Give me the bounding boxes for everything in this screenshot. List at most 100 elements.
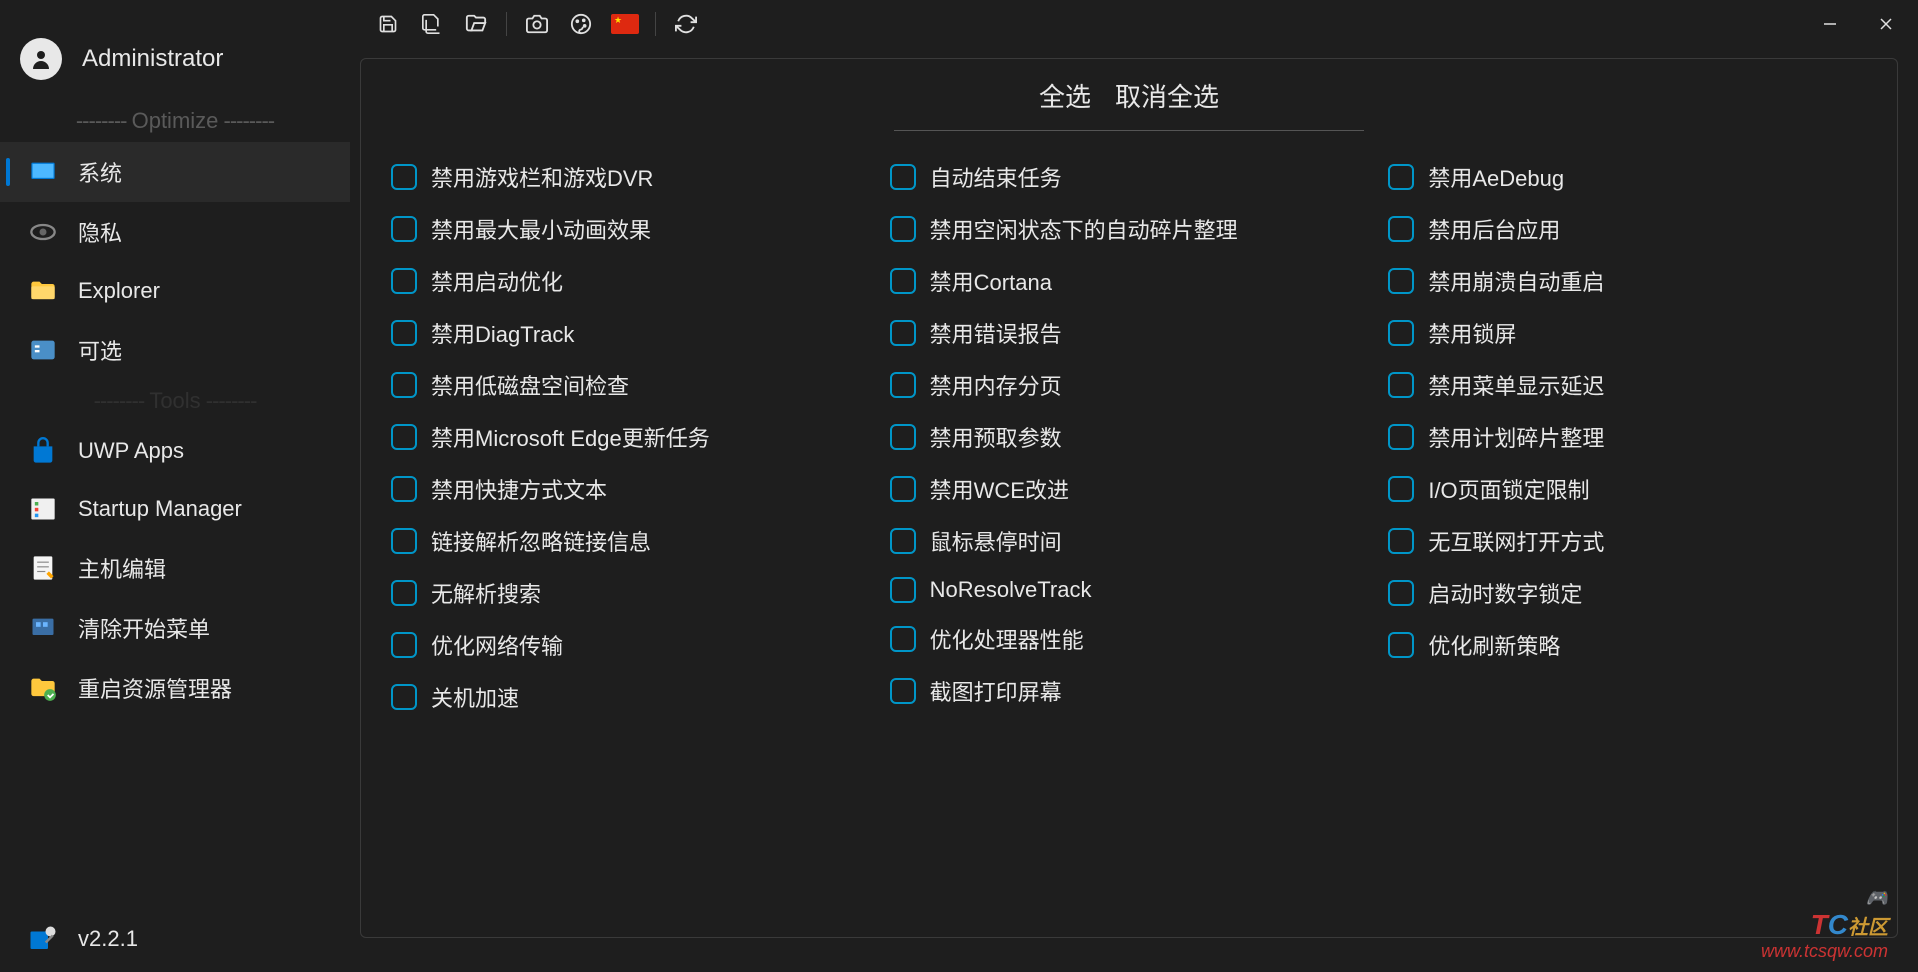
- option-checkbox[interactable]: 禁用WCE改进: [890, 473, 1369, 505]
- option-label: 禁用DiagTrack: [431, 317, 574, 349]
- option-checkbox[interactable]: 关机加速: [391, 681, 870, 713]
- checkbox-icon[interactable]: [890, 372, 916, 398]
- option-checkbox[interactable]: 优化刷新策略: [1388, 629, 1867, 661]
- option-checkbox[interactable]: 优化处理器性能: [890, 623, 1369, 655]
- checkbox-icon[interactable]: [391, 216, 417, 242]
- checkbox-icon[interactable]: [1388, 372, 1414, 398]
- option-checkbox[interactable]: 禁用菜单显示延迟: [1388, 369, 1867, 401]
- list-icon: [28, 494, 58, 524]
- checkbox-icon[interactable]: [1388, 476, 1414, 502]
- sidebar-item-clearstart[interactable]: 清除开始菜单: [0, 598, 350, 658]
- sidebar-item-restartexp[interactable]: 重启资源管理器: [0, 658, 350, 718]
- option-label: 禁用崩溃自动重启: [1428, 265, 1604, 297]
- checkbox-icon[interactable]: [1388, 528, 1414, 554]
- checkbox-icon[interactable]: [1388, 424, 1414, 450]
- checkbox-icon[interactable]: [391, 580, 417, 606]
- palette-icon[interactable]: [561, 4, 601, 44]
- option-checkbox[interactable]: 启动时数字锁定: [1388, 577, 1867, 609]
- version-label: v2.2.1: [78, 926, 138, 952]
- sidebar-item-optional[interactable]: 可选: [0, 320, 350, 380]
- checkbox-icon[interactable]: [890, 476, 916, 502]
- option-label: 禁用AeDebug: [1428, 161, 1564, 193]
- option-checkbox[interactable]: 禁用内存分页: [890, 369, 1369, 401]
- checkbox-icon[interactable]: [1388, 164, 1414, 190]
- refresh-icon[interactable]: [666, 4, 706, 44]
- checkbox-icon[interactable]: [890, 164, 916, 190]
- checkbox-icon[interactable]: [1388, 268, 1414, 294]
- minimize-button[interactable]: [1806, 4, 1854, 44]
- save-icon[interactable]: [368, 4, 408, 44]
- sidebar-item-startup[interactable]: Startup Manager: [0, 480, 350, 538]
- sidebar-item-hostedit[interactable]: 主机编辑: [0, 538, 350, 598]
- option-checkbox[interactable]: 禁用最大最小动画效果: [391, 213, 870, 245]
- option-checkbox[interactable]: 禁用错误报告: [890, 317, 1369, 349]
- option-label: 禁用Microsoft Edge更新任务: [431, 421, 710, 453]
- sidebar-item-label: UWP Apps: [78, 438, 184, 464]
- checkbox-icon[interactable]: [391, 632, 417, 658]
- option-checkbox[interactable]: 鼠标悬停时间: [890, 525, 1369, 557]
- checkbox-icon[interactable]: [890, 268, 916, 294]
- option-checkbox[interactable]: 截图打印屏幕: [890, 675, 1369, 707]
- option-checkbox[interactable]: 链接解析忽略链接信息: [391, 525, 870, 557]
- language-flag-icon[interactable]: [605, 4, 645, 44]
- option-checkbox[interactable]: 无互联网打开方式: [1388, 525, 1867, 557]
- option-checkbox[interactable]: 禁用游戏栏和游戏DVR: [391, 161, 870, 193]
- settings-icon: [28, 335, 58, 365]
- checkbox-icon[interactable]: [1388, 632, 1414, 658]
- option-checkbox[interactable]: 禁用Microsoft Edge更新任务: [391, 421, 870, 453]
- option-checkbox[interactable]: 禁用计划碎片整理: [1388, 421, 1867, 453]
- checkbox-icon[interactable]: [890, 577, 916, 603]
- sidebar: Administrator Optimize 系统 隐私 Explorer: [0, 48, 350, 972]
- checkbox-icon[interactable]: [890, 678, 916, 704]
- select-all-button[interactable]: 全选: [1039, 77, 1091, 114]
- checkbox-icon[interactable]: [1388, 216, 1414, 242]
- sidebar-item-label: Explorer: [78, 278, 160, 304]
- option-checkbox[interactable]: 禁用Cortana: [890, 265, 1369, 297]
- checkbox-icon[interactable]: [890, 320, 916, 346]
- option-label: 鼠标悬停时间: [930, 525, 1062, 557]
- option-checkbox[interactable]: 禁用低磁盘空间检查: [391, 369, 870, 401]
- checkbox-icon[interactable]: [391, 320, 417, 346]
- option-checkbox[interactable]: 禁用预取参数: [890, 421, 1369, 453]
- open-folder-icon[interactable]: [456, 4, 496, 44]
- checkbox-icon[interactable]: [391, 684, 417, 710]
- camera-icon[interactable]: [517, 4, 557, 44]
- option-label: 禁用游戏栏和游戏DVR: [431, 161, 653, 193]
- option-checkbox[interactable]: 优化网络传输: [391, 629, 870, 661]
- option-checkbox[interactable]: 禁用AeDebug: [1388, 161, 1867, 193]
- sidebar-item-uwp[interactable]: UWP Apps: [0, 422, 350, 480]
- option-checkbox[interactable]: 禁用空闲状态下的自动碎片整理: [890, 213, 1369, 245]
- option-label: 禁用预取参数: [930, 421, 1062, 453]
- checkbox-icon[interactable]: [391, 268, 417, 294]
- sidebar-item-privacy[interactable]: 隐私: [0, 202, 350, 262]
- option-checkbox[interactable]: 自动结束任务: [890, 161, 1369, 193]
- option-label: 无解析搜索: [431, 577, 541, 609]
- option-checkbox[interactable]: 无解析搜索: [391, 577, 870, 609]
- checkbox-icon[interactable]: [391, 372, 417, 398]
- checkbox-icon[interactable]: [890, 216, 916, 242]
- sidebar-item-explorer[interactable]: Explorer: [0, 262, 350, 320]
- option-checkbox[interactable]: 禁用后台应用: [1388, 213, 1867, 245]
- option-checkbox[interactable]: NoResolveTrack: [890, 577, 1369, 603]
- deselect-all-button[interactable]: 取消全选: [1115, 77, 1219, 114]
- checkbox-icon[interactable]: [391, 476, 417, 502]
- option-checkbox[interactable]: I/O页面锁定限制: [1388, 473, 1867, 505]
- checkbox-icon[interactable]: [391, 424, 417, 450]
- option-checkbox[interactable]: 禁用锁屏: [1388, 317, 1867, 349]
- checkbox-icon[interactable]: [1388, 320, 1414, 346]
- checkbox-icon[interactable]: [890, 626, 916, 652]
- checkbox-icon[interactable]: [890, 528, 916, 554]
- save-all-icon[interactable]: [412, 4, 452, 44]
- store-icon: [28, 436, 58, 466]
- broom-icon: [28, 613, 58, 643]
- option-checkbox[interactable]: 禁用崩溃自动重启: [1388, 265, 1867, 297]
- checkbox-icon[interactable]: [391, 528, 417, 554]
- option-checkbox[interactable]: 禁用启动优化: [391, 265, 870, 297]
- checkbox-icon[interactable]: [391, 164, 417, 190]
- option-checkbox[interactable]: 禁用快捷方式文本: [391, 473, 870, 505]
- checkbox-icon[interactable]: [1388, 580, 1414, 606]
- sidebar-item-system[interactable]: 系统: [0, 142, 350, 202]
- option-checkbox[interactable]: 禁用DiagTrack: [391, 317, 870, 349]
- close-button[interactable]: [1862, 4, 1910, 44]
- checkbox-icon[interactable]: [890, 424, 916, 450]
